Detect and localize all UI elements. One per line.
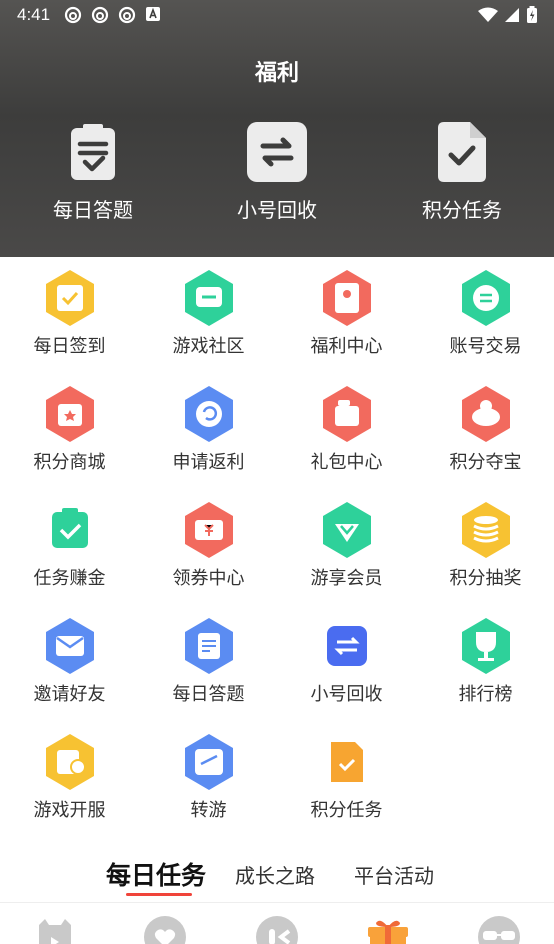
wifi-icon: [478, 7, 498, 28]
diamond-icon: [322, 502, 371, 558]
notification-app-icon: [64, 6, 82, 24]
grid-item-task-earn[interactable]: 任务赚金: [0, 500, 139, 615]
grid-label: 账号交易: [449, 336, 522, 356]
grid-item-daily-checkin[interactable]: 每日签到: [0, 268, 139, 383]
tab-daily-tasks[interactable]: 每日任务: [106, 856, 206, 892]
coin-stack-icon: [461, 502, 510, 558]
coupon-icon: [184, 502, 233, 558]
grid-item-points-mall[interactable]: 积分商城: [0, 384, 139, 499]
grid-item-points-task[interactable]: 积分任务: [277, 732, 416, 847]
header: 4:41 福利 每日答题 小号回收 积分任务: [0, 0, 554, 257]
notification-icons: [64, 6, 163, 24]
notification-app-icon: [118, 6, 136, 24]
grid-item-account-recycle[interactable]: 小号回收: [277, 616, 416, 731]
document-check-icon: [438, 122, 486, 182]
grid-label: 领券中心: [172, 568, 245, 588]
grid-label: 邀请好友: [33, 684, 106, 704]
notification-a-icon: [145, 6, 163, 24]
clipboard-icon: [184, 618, 233, 674]
calendar-check-icon: [45, 270, 94, 326]
status-indicators: [478, 6, 538, 29]
notification-app-icon: [91, 6, 109, 24]
quick-label: 小号回收: [237, 200, 317, 222]
grid-label: 积分夺宝: [449, 452, 522, 472]
grid-item-points-treasure[interactable]: 积分夺宝: [416, 384, 554, 499]
doc-check-icon: [330, 742, 363, 782]
grid-label: 游戏社区: [172, 336, 245, 356]
grid-label: 任务赚金: [33, 568, 106, 588]
grid-label: 积分抽奖: [449, 568, 522, 588]
nav-profile-glasses-icon[interactable]: [477, 915, 521, 944]
treasure-icon: [461, 386, 510, 442]
grid-label: 小号回收: [310, 684, 383, 704]
battery-icon: [526, 6, 538, 29]
page-title: 福利: [254, 60, 299, 85]
grid-item-apply-rebate[interactable]: 申请返利: [139, 384, 278, 499]
nav-heart-icon[interactable]: [143, 915, 187, 944]
tab-bar: 每日任务 成长之路 平台活动: [0, 852, 554, 902]
grid-item-coupon-center[interactable]: 领券中心: [139, 500, 278, 615]
grid-label: 积分任务: [310, 800, 383, 820]
status-time: 4:41: [17, 5, 51, 24]
quick-points-task[interactable]: 积分任务: [392, 120, 532, 223]
server-clock-icon: [45, 734, 94, 790]
grid-label: 游戏开服: [33, 800, 106, 820]
grid-item-account-trade[interactable]: 账号交易: [416, 268, 554, 383]
grid-label: 每日答题: [172, 684, 245, 704]
red-envelope-icon: [322, 270, 371, 326]
status-bar: 4:41: [0, 0, 554, 30]
grid-item-points-lottery[interactable]: 积分抽奖: [416, 500, 554, 615]
nav-community-icon[interactable]: [255, 915, 299, 944]
swap-arrows-icon: [247, 122, 307, 182]
grid-label: 福利中心: [310, 336, 383, 356]
grid-label: 积分商城: [33, 452, 106, 472]
bottom-nav: [0, 902, 554, 944]
gift-box-icon: [322, 386, 371, 442]
grid-item-invite-friends[interactable]: 邀请好友: [0, 616, 139, 731]
quick-account-recycle[interactable]: 小号回收: [207, 120, 347, 223]
task-check-icon: [51, 508, 88, 548]
active-tab-indicator: [126, 893, 192, 896]
grid-label: 游享会员: [310, 568, 383, 588]
grid-item-game-transfer[interactable]: 转游: [139, 732, 278, 847]
trophy-icon: [461, 618, 510, 674]
grid-item-game-server[interactable]: 游戏开服: [0, 732, 139, 847]
grid-label: 申请返利: [172, 452, 245, 472]
grid-item-daily-quiz[interactable]: 每日答题: [139, 616, 278, 731]
shopping-bag-icon: [45, 386, 94, 442]
grid-item-vip-member[interactable]: 游享会员: [277, 500, 416, 615]
tab-growth-path[interactable]: 成长之路: [235, 860, 315, 889]
tab-platform-events[interactable]: 平台活动: [354, 860, 434, 889]
grid-item-gift-center[interactable]: 礼包中心: [277, 384, 416, 499]
nav-gift-icon[interactable]: [366, 915, 410, 944]
quick-label: 每日答题: [53, 200, 133, 222]
grid-label: 转游: [190, 800, 227, 820]
swap-icon: [326, 626, 367, 666]
grid-label: 每日签到: [33, 336, 106, 356]
refund-icon: [184, 386, 233, 442]
signal-icon: [504, 7, 520, 28]
quick-label: 积分任务: [422, 200, 502, 222]
clipboard-check-icon: [71, 124, 115, 180]
chat-icon: [184, 270, 233, 326]
invite-mail-icon: [45, 618, 94, 674]
quick-daily-quiz[interactable]: 每日答题: [23, 120, 163, 223]
grid-item-game-community[interactable]: 游戏社区: [139, 268, 278, 383]
transfer-icon: [184, 734, 233, 790]
grid-item-welfare-center[interactable]: 福利中心: [277, 268, 416, 383]
grid-item-leaderboard[interactable]: 排行榜: [416, 616, 554, 731]
grid-label: 礼包中心: [310, 452, 383, 472]
grid-label: 排行榜: [458, 684, 513, 704]
nav-game-icon[interactable]: [33, 915, 77, 944]
exchange-icon: [461, 270, 510, 326]
